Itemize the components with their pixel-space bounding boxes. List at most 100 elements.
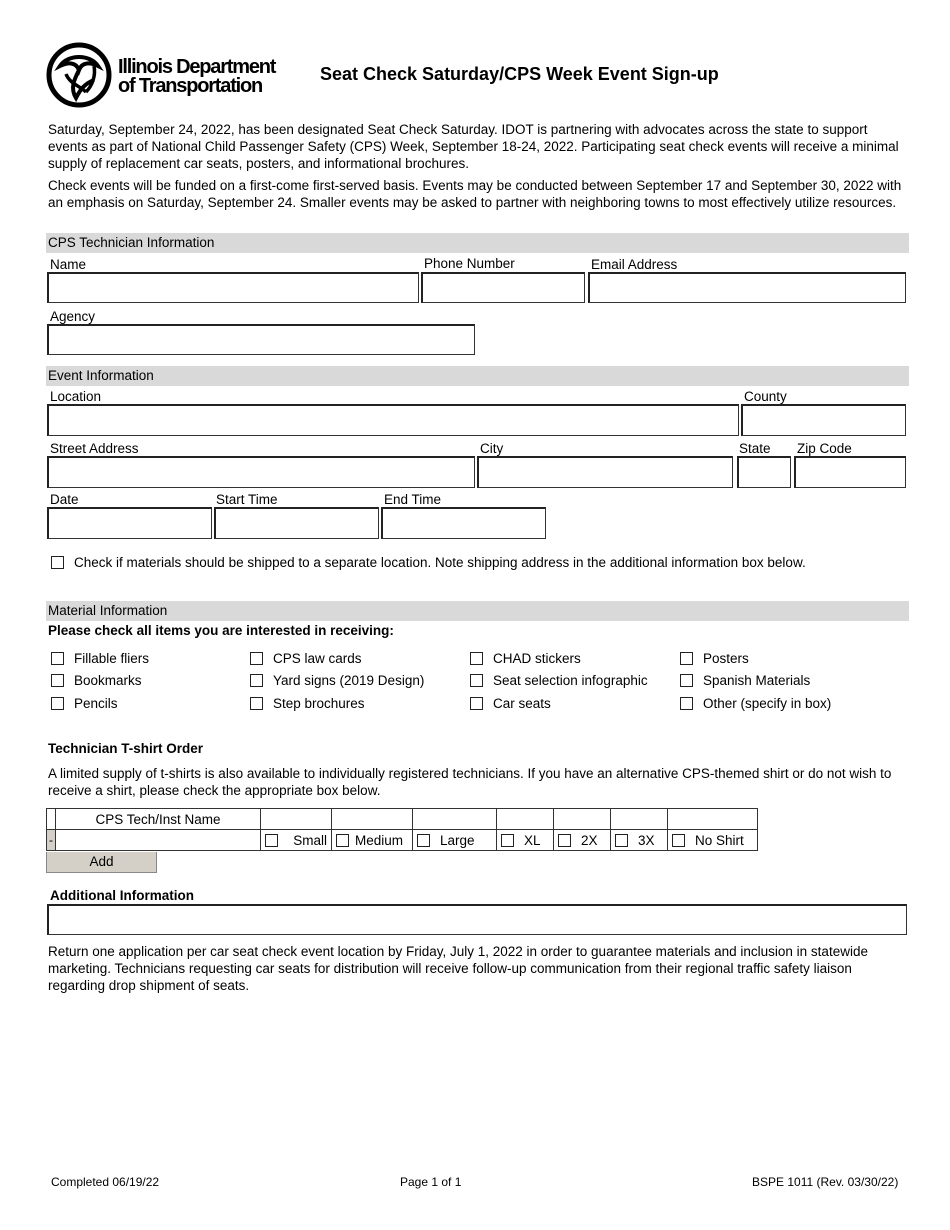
name-input[interactable] — [49, 274, 418, 302]
size-xl[interactable]: XL — [496, 829, 554, 851]
email-field[interactable] — [588, 272, 906, 303]
county-field[interactable] — [741, 404, 906, 436]
material-checkbox[interactable] — [470, 674, 483, 688]
footer-page-number: Page 1 of 1 — [400, 1175, 462, 1189]
date-label: Date — [50, 492, 79, 507]
name-field[interactable] — [47, 272, 419, 303]
size-checkbox[interactable] — [501, 833, 514, 847]
start-time-label: Start Time — [216, 492, 278, 507]
logo-text: Illinois Department of Transportation — [118, 57, 276, 96]
date-field[interactable] — [47, 507, 212, 539]
section-event-info: Event Information — [46, 366, 909, 386]
tech-name-cell[interactable] — [55, 829, 261, 851]
remove-row-button[interactable]: - — [46, 829, 56, 851]
size-medium[interactable]: Medium — [331, 829, 413, 851]
city-input[interactable] — [479, 458, 732, 487]
size-large[interactable]: Large — [412, 829, 497, 851]
material-label: Bookmarks — [74, 673, 142, 689]
size-checkbox[interactable] — [417, 833, 430, 847]
material-checkbox[interactable] — [680, 674, 693, 688]
tshirt-description: A limited supply of t-shirts is also ava… — [48, 766, 892, 798]
size-checkbox[interactable] — [558, 833, 571, 847]
state-input[interactable] — [739, 458, 790, 487]
tech-name-input[interactable] — [56, 831, 260, 849]
street-address-input[interactable] — [49, 458, 474, 487]
size-checkbox[interactable] — [615, 833, 628, 847]
material-checkbox[interactable] — [250, 651, 263, 665]
material-option[interactable]: Other (specify in box) — [680, 692, 831, 715]
state-field[interactable] — [737, 456, 791, 488]
city-field[interactable] — [477, 456, 733, 488]
size-label: Large — [440, 832, 475, 848]
size-no-shirt[interactable]: No Shirt — [667, 829, 758, 851]
material-checkbox[interactable] — [470, 696, 483, 710]
location-field[interactable] — [47, 404, 739, 436]
material-checkbox[interactable] — [51, 651, 64, 665]
city-label: City — [480, 441, 504, 456]
agency-input[interactable] — [49, 326, 474, 354]
closing-paragraph: Return one application per car seat chec… — [48, 944, 868, 993]
intro-paragraph-2: Check events will be funded on a first-c… — [48, 178, 902, 210]
material-option[interactable]: CHAD stickers — [470, 647, 648, 670]
material-checkbox[interactable] — [680, 696, 693, 710]
material-checkbox[interactable] — [51, 674, 64, 688]
size-3x[interactable]: 3X — [610, 829, 668, 851]
size-2x[interactable]: 2X — [553, 829, 611, 851]
material-label: Yard signs (2019 Design) — [273, 673, 425, 689]
page-title: Seat Check Saturday/CPS Week Event Sign-… — [320, 64, 719, 84]
size-small[interactable]: Small — [260, 829, 332, 851]
tshirt-header-row: CPS Tech/Inst Name — [46, 808, 758, 830]
additional-info-input[interactable] — [49, 906, 906, 934]
material-option[interactable]: Car seats — [470, 692, 648, 715]
material-checkbox[interactable] — [51, 696, 64, 710]
start-time-field[interactable] — [214, 507, 379, 539]
county-input[interactable] — [743, 406, 905, 435]
material-option[interactable]: Bookmarks — [51, 670, 149, 693]
material-label: Posters — [703, 650, 749, 666]
date-input[interactable] — [49, 509, 211, 538]
material-checkbox[interactable] — [470, 651, 483, 665]
material-option[interactable]: CPS law cards — [250, 647, 424, 670]
material-label: CHAD stickers — [493, 650, 581, 666]
zip-code-field[interactable] — [794, 456, 906, 488]
material-option[interactable]: Pencils — [51, 692, 149, 715]
material-option[interactable]: Yard signs (2019 Design) — [250, 670, 424, 693]
material-option[interactable]: Fillable fliers — [51, 647, 149, 670]
material-option[interactable]: Posters — [680, 647, 831, 670]
end-time-input[interactable] — [383, 509, 545, 538]
ship-separate-checkbox[interactable] — [51, 556, 64, 569]
size-checkbox[interactable] — [336, 833, 349, 847]
footer-completed-date: Completed 06/19/22 — [51, 1175, 160, 1189]
material-checkbox[interactable] — [680, 651, 693, 665]
material-label: Seat selection infographic — [493, 673, 648, 689]
tshirt-heading: Technician T-shirt Order — [48, 741, 204, 756]
material-label: Pencils — [74, 695, 118, 711]
material-option[interactable]: Spanish Materials — [680, 670, 831, 693]
size-label: Medium — [355, 832, 404, 848]
add-row-button[interactable]: Add — [46, 852, 157, 873]
spacer-cell — [46, 808, 56, 830]
phone-field[interactable] — [421, 272, 585, 303]
material-label: Step brochures — [273, 695, 365, 711]
agency-field[interactable] — [47, 324, 475, 355]
size-checkbox[interactable] — [265, 833, 278, 847]
material-label: Fillable fliers — [74, 650, 150, 666]
material-label: CPS law cards — [273, 650, 362, 666]
additional-info-field[interactable] — [47, 904, 907, 935]
material-option[interactable]: Seat selection infographic — [470, 670, 648, 693]
street-address-field[interactable] — [47, 456, 475, 488]
location-input[interactable] — [49, 406, 738, 435]
email-input[interactable] — [590, 274, 905, 302]
state-label: State — [739, 441, 771, 456]
material-checkbox[interactable] — [250, 696, 263, 710]
size-checkbox[interactable] — [672, 833, 685, 847]
idot-emblem-icon — [46, 42, 112, 108]
material-option[interactable]: Step brochures — [250, 692, 424, 715]
material-checkbox[interactable] — [250, 674, 263, 688]
size-label: XL — [524, 832, 541, 848]
zip-code-input[interactable] — [796, 458, 905, 487]
end-time-field[interactable] — [381, 507, 546, 539]
ship-separate-option[interactable]: Check if materials should be shipped to … — [51, 555, 806, 570]
start-time-input[interactable] — [216, 509, 378, 538]
phone-input[interactable] — [423, 274, 584, 302]
